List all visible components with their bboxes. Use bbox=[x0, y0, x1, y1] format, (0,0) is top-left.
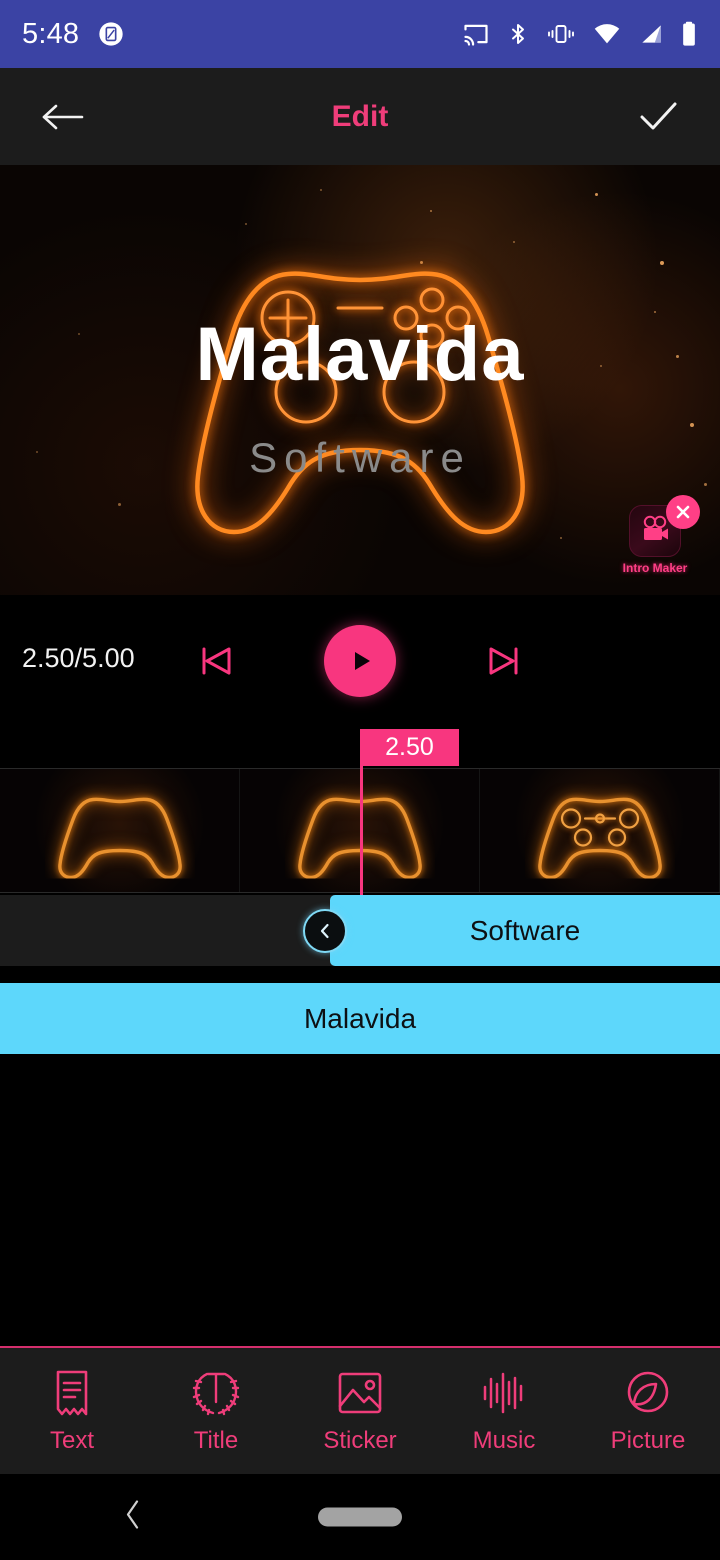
android-nav-bar bbox=[0, 1474, 720, 1560]
status-bar-clock: 5:48 bbox=[22, 17, 80, 50]
battery-icon bbox=[680, 20, 698, 48]
nav-back-button[interactable] bbox=[122, 1498, 144, 1537]
tool-label: Text bbox=[49, 1427, 94, 1454]
skip-next-button[interactable] bbox=[474, 631, 534, 691]
tool-sticker[interactable]: Sticker bbox=[288, 1347, 432, 1475]
filmstrip-frame[interactable] bbox=[0, 769, 240, 892]
tool-label: Title bbox=[193, 1427, 239, 1454]
text-clip-software[interactable]: Software bbox=[303, 895, 720, 966]
nav-home-pill[interactable] bbox=[318, 1507, 402, 1527]
text-clip-label: Malavida bbox=[303, 1002, 417, 1034]
image-sticker-icon bbox=[335, 1367, 385, 1419]
tool-title[interactable]: Title bbox=[144, 1347, 288, 1475]
laurel-title-icon bbox=[190, 1367, 242, 1419]
waveform-music-icon bbox=[480, 1367, 528, 1419]
status-bar: 5:48 bbox=[0, 0, 720, 68]
text-clip-malavida[interactable]: Malavida bbox=[0, 983, 720, 1054]
playhead[interactable] bbox=[360, 764, 363, 895]
tool-label: Sticker bbox=[323, 1427, 397, 1454]
tool-picture[interactable]: Picture bbox=[576, 1347, 720, 1475]
tool-music[interactable]: Music bbox=[432, 1347, 576, 1475]
wifi-icon bbox=[592, 20, 622, 48]
vibrate-icon bbox=[546, 20, 576, 48]
status-bar-right bbox=[462, 20, 698, 48]
watermark-label: Intro Maker bbox=[622, 561, 688, 575]
timeline[interactable]: 2.50 Software Malavida bbox=[0, 727, 720, 1341]
app-bar: Edit bbox=[0, 68, 720, 165]
back-button[interactable] bbox=[30, 85, 94, 149]
text-track-row-1[interactable]: Software bbox=[0, 895, 720, 966]
tool-label: Music bbox=[472, 1427, 536, 1454]
filmstrip-frame[interactable] bbox=[480, 769, 720, 892]
playback-controls: 2.50/5.00 bbox=[0, 595, 720, 727]
page-title: Edit bbox=[331, 99, 389, 133]
bottom-toolbar: Text Title Sticker Music Picture bbox=[0, 1346, 720, 1474]
preview-subtitle-text[interactable]: Software bbox=[0, 437, 720, 479]
play-button[interactable] bbox=[324, 625, 396, 697]
picture-leaf-icon bbox=[623, 1367, 673, 1419]
text-document-icon bbox=[49, 1367, 95, 1419]
text-clip-label: Software bbox=[469, 914, 581, 946]
confirm-button[interactable] bbox=[626, 85, 690, 149]
skip-previous-button[interactable] bbox=[186, 631, 246, 691]
cellular-signal-icon bbox=[638, 20, 664, 48]
bluetooth-icon bbox=[506, 20, 530, 48]
transport-buttons bbox=[0, 595, 720, 727]
chevron-left-icon[interactable] bbox=[303, 908, 347, 953]
playhead-time-badge: 2.50 bbox=[360, 729, 459, 766]
app-root: 5:48 Edit Malavida Software Intro Maker … bbox=[0, 0, 720, 1560]
watermark: Intro Maker bbox=[618, 495, 700, 575]
watermark-close-icon[interactable] bbox=[666, 495, 700, 529]
video-preview[interactable]: Malavida Software Intro Maker bbox=[0, 165, 720, 595]
tool-text[interactable]: Text bbox=[0, 1347, 144, 1475]
status-bar-left: 5:48 bbox=[22, 18, 125, 51]
preview-title-text[interactable]: Malavida bbox=[0, 317, 720, 393]
tool-label: Picture bbox=[610, 1427, 686, 1454]
screenshot-icon bbox=[97, 20, 125, 48]
cast-icon bbox=[462, 20, 490, 48]
